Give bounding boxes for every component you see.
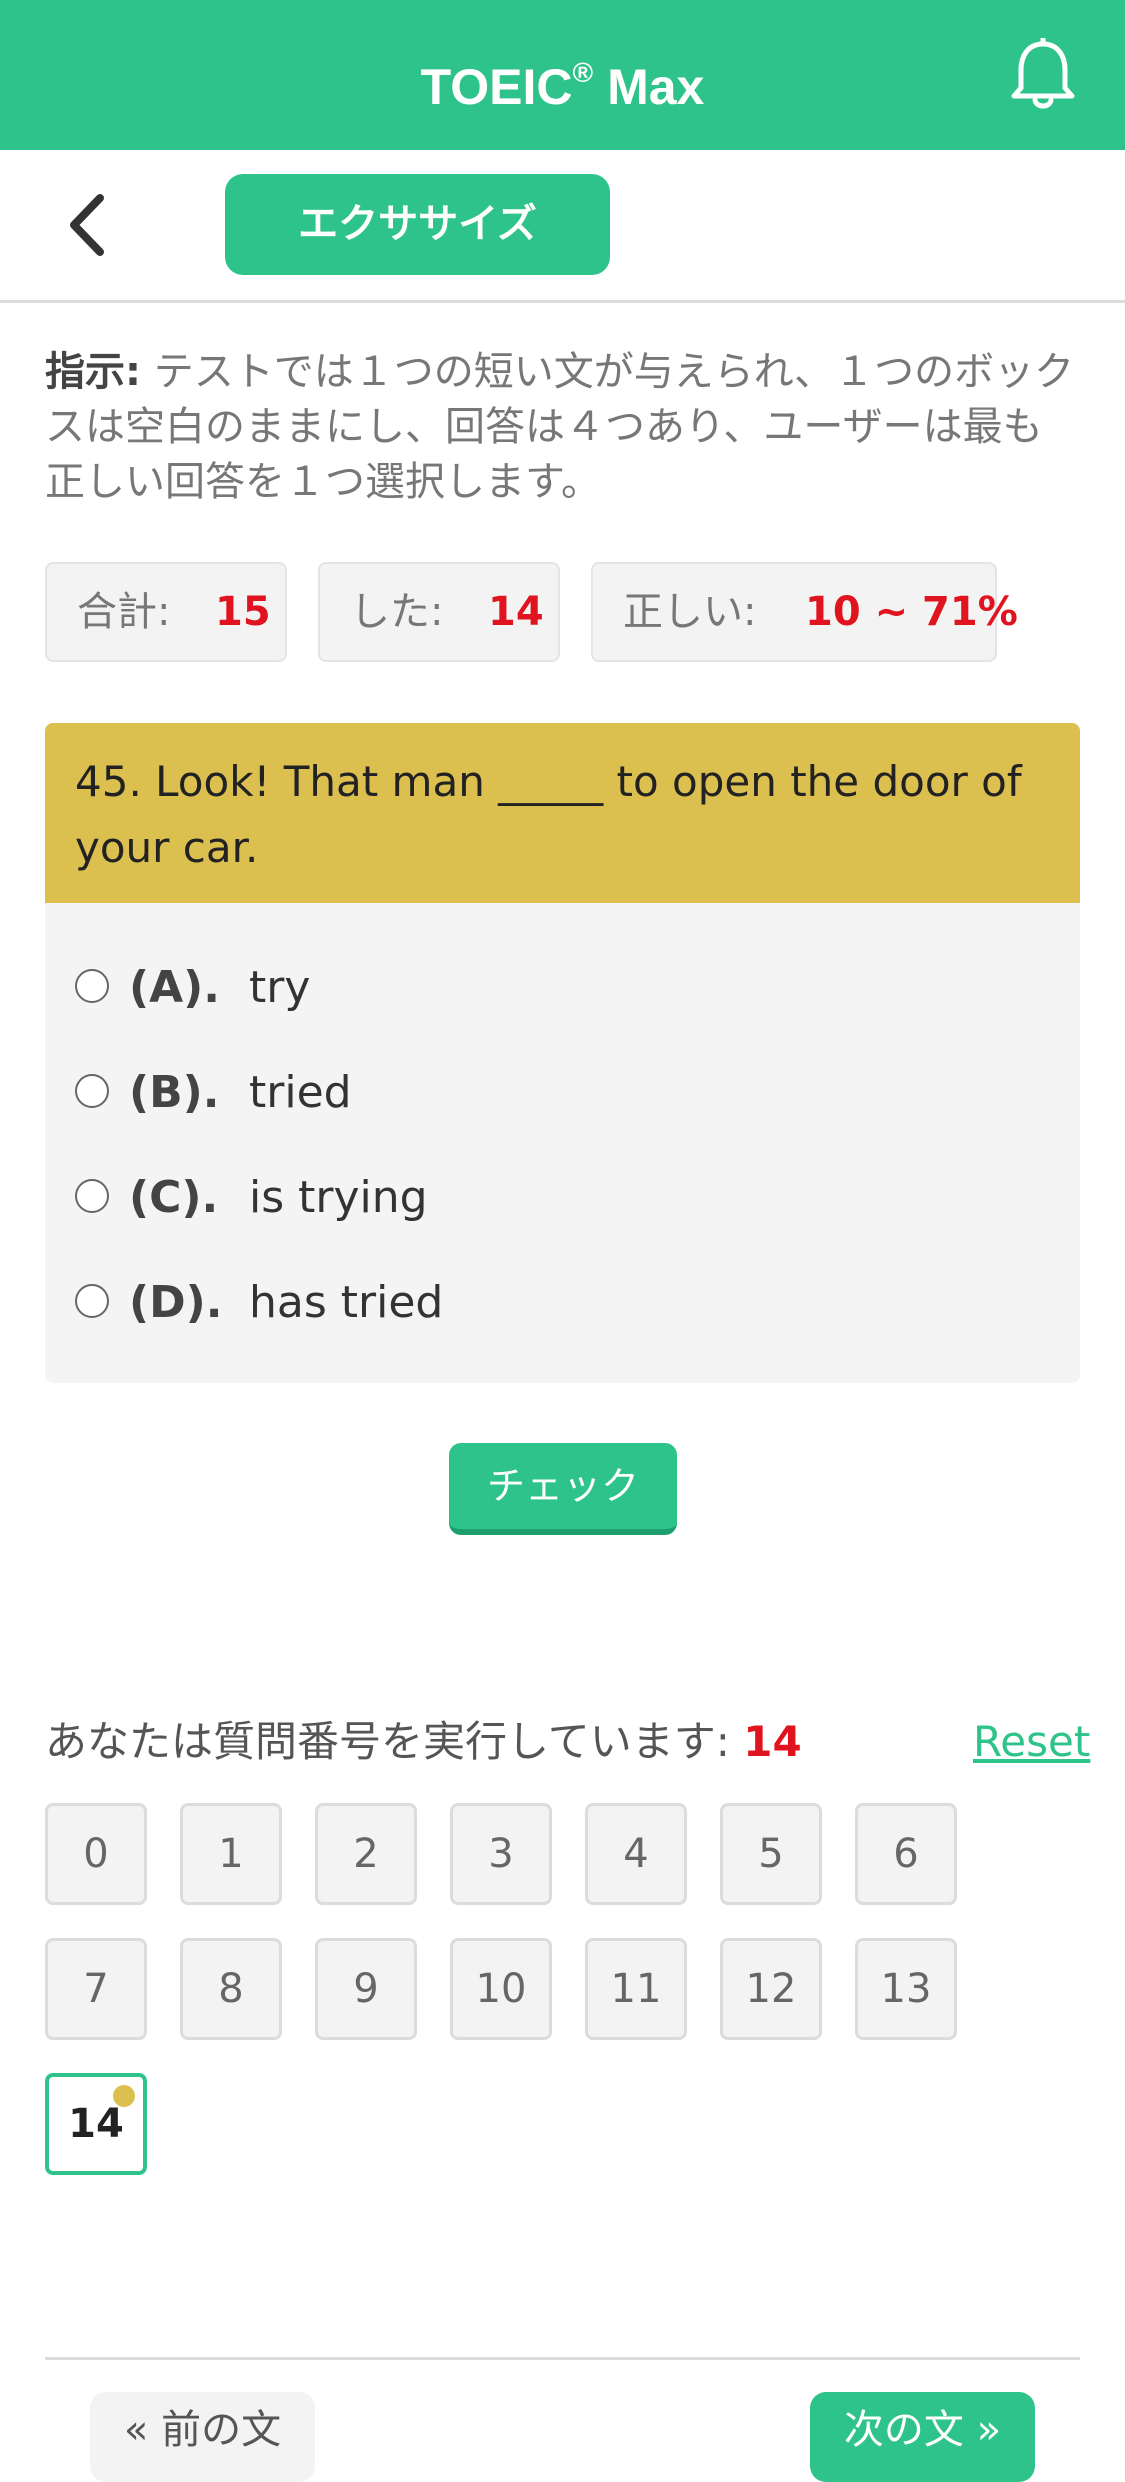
question-number-button[interactable]: 4 — [585, 1803, 687, 1905]
check-button[interactable]: チェック — [449, 1443, 677, 1535]
reset-link[interactable]: Reset — [973, 1712, 1090, 1772]
stat-done: した: 14 — [318, 562, 560, 662]
question-number-button[interactable]: 3 — [450, 1803, 552, 1905]
question-number-button[interactable]: 9 — [315, 1938, 417, 2040]
current-indicator-dot — [113, 2085, 135, 2107]
previous-sentence-button[interactable]: « 前の文 — [90, 2392, 315, 2482]
option-d[interactable]: (D). has tried — [75, 1268, 675, 1338]
stat-correct: 正しい: 10 ~ 71% — [591, 562, 1018, 662]
radio-button[interactable] — [75, 969, 109, 1003]
question-number-button[interactable]: 0 — [45, 1803, 147, 1905]
instructions-text: テストでは１つの短い文が与えられ、１つのボックスは空白のままにし、回答は４つあり… — [45, 349, 1075, 505]
app-title: TOEIC® Max — [420, 57, 705, 115]
radio-button[interactable] — [75, 1179, 109, 1213]
radio-button[interactable] — [75, 1074, 109, 1108]
answer-options: (A). try (B). tried (C). is trying (D). … — [45, 903, 1080, 1383]
chevron-left-icon[interactable] — [60, 190, 120, 260]
app-header: TOEIC® Max — [0, 0, 1125, 150]
question-number-button[interactable]: 5 — [720, 1803, 822, 1905]
question-number-button[interactable]: 8 — [180, 1938, 282, 2040]
question-number-button-current[interactable]: 14 — [45, 2073, 147, 2175]
question-number-button[interactable]: 10 — [450, 1938, 552, 2040]
question-number-button[interactable]: 2 — [315, 1803, 417, 1905]
question-number-button[interactable]: 12 — [720, 1938, 822, 2040]
progress-label: あなたは質問番号を実行しています: 14 — [45, 1717, 802, 1766]
question-number-button[interactable]: 11 — [585, 1938, 687, 2040]
radio-button[interactable] — [75, 1284, 109, 1318]
question-number-button[interactable]: 13 — [855, 1938, 957, 2040]
instructions-label: 指示: — [45, 349, 141, 395]
current-question-number: 14 — [743, 1717, 802, 1766]
sub-header: エクササイズ — [0, 150, 1125, 303]
instructions: 指示: テストでは１つの短い文が与えられ、１つのボックスは空白のままにし、回答は… — [45, 345, 1080, 510]
question-number-button[interactable]: 6 — [855, 1803, 957, 1905]
question-text: 45. Look! That man _____ to open the doo… — [45, 723, 1080, 903]
tab-exercise[interactable]: エクササイズ — [225, 174, 610, 275]
stat-total: 合計: 15 — [45, 562, 287, 662]
divider — [45, 2357, 1080, 2360]
bell-icon[interactable] — [1008, 38, 1078, 114]
option-c[interactable]: (C). is trying — [75, 1163, 675, 1233]
question-number-button[interactable]: 7 — [45, 1938, 147, 2040]
next-sentence-button[interactable]: 次の文 » — [810, 2392, 1035, 2482]
option-b[interactable]: (B). tried — [75, 1058, 675, 1128]
question-number-button[interactable]: 1 — [180, 1803, 282, 1905]
option-a[interactable]: (A). try — [75, 953, 675, 1023]
